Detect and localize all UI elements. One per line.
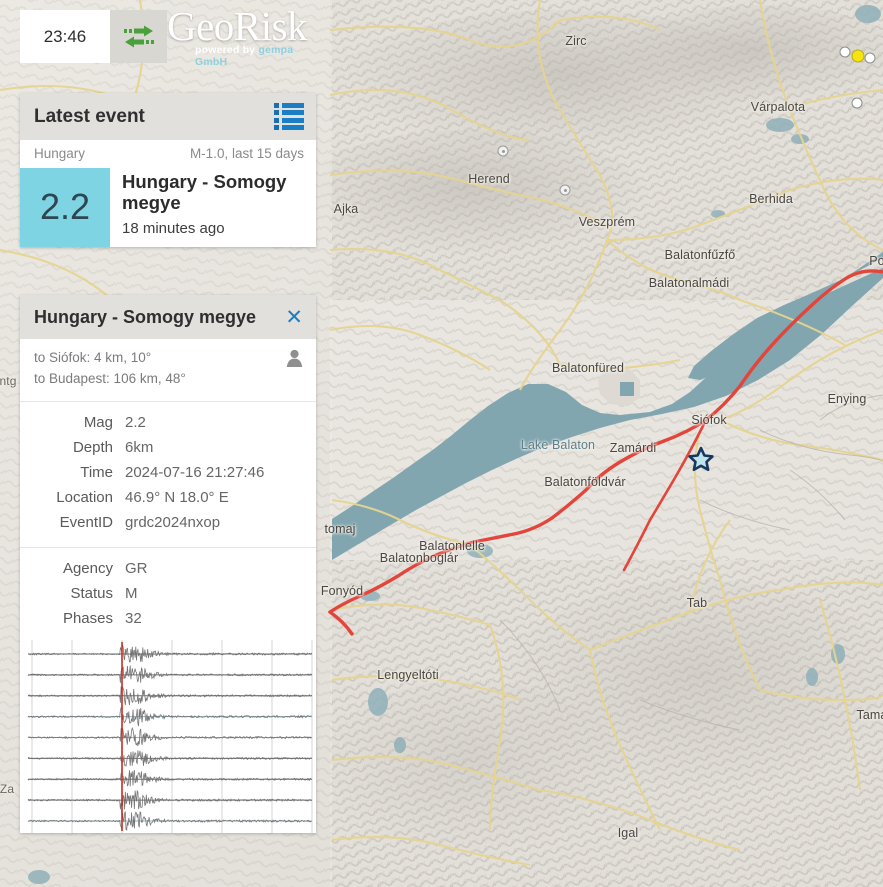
latest-event-header: Latest event	[20, 93, 316, 140]
map-label: Balatonföldvár	[544, 475, 625, 489]
list-icon-row	[274, 118, 304, 123]
detail-row: Time2024-07-16 21:27:46	[20, 460, 302, 485]
station-marker[interactable]	[865, 53, 876, 64]
secondary-attributes-table: AgencyGRStatusMPhases32	[20, 556, 302, 631]
map-label: Tab	[687, 596, 707, 610]
map-label: Balatonfűzfő	[665, 248, 736, 262]
map-label: Berhida	[749, 192, 793, 206]
map-label: Herend	[468, 172, 510, 186]
detail-row-value: 32	[125, 606, 302, 631]
detail-row: StatusM	[20, 581, 302, 606]
map-label: Siófok	[691, 413, 726, 427]
map-label: Várpalota	[751, 100, 805, 114]
latest-event-info: Hungary - Somogy megye 18 minutes ago	[110, 168, 316, 247]
detail-row: Depth6km	[20, 435, 302, 460]
station-marker[interactable]	[560, 185, 571, 196]
detail-panel-title: Hungary - Somogy megye	[34, 307, 256, 328]
map-label: Fonyód	[321, 584, 363, 598]
event-filter: M-1.0, last 15 days	[190, 146, 304, 161]
logo-title: GeoRisk	[167, 4, 327, 48]
list-icon-row	[274, 125, 304, 130]
detail-row: Location46.9° N 18.0° E	[20, 485, 302, 510]
map-label: Balatonboglár	[380, 551, 458, 565]
event-age: 18 minutes ago	[122, 220, 306, 237]
event-region-name[interactable]: Hungary - Somogy megye	[122, 172, 306, 214]
magnitude-badge: 2.2	[20, 168, 110, 247]
detail-row-key: Time	[20, 460, 125, 485]
detail-rows-primary: Mag2.2Depth6kmTime2024-07-16 21:27:46Loc…	[20, 402, 316, 548]
station-marker[interactable]	[852, 98, 863, 109]
latest-event-title: Latest event	[34, 106, 145, 128]
map-label: Enying	[828, 392, 867, 406]
seismogram-svg	[20, 640, 316, 833]
event-detail-panel: Hungary - Somogy megye ✕ to Siófok: 4 km…	[20, 295, 316, 833]
epicenter-star-marker[interactable]	[688, 447, 714, 478]
primary-attributes-table: Mag2.2Depth6kmTime2024-07-16 21:27:46Loc…	[20, 410, 302, 535]
detail-row: EventIDgrdc2024nxop	[20, 510, 302, 535]
detail-row-key: Mag	[20, 410, 125, 435]
detail-row: AgencyGR	[20, 556, 302, 581]
detail-row-key: Agency	[20, 556, 125, 581]
map-label: Veszprém	[579, 215, 635, 229]
detail-row-key: Status	[20, 581, 125, 606]
detail-rows-secondary: AgencyGRStatusMPhases32	[20, 548, 316, 640]
station-marker[interactable]	[852, 50, 865, 63]
list-icon[interactable]	[274, 103, 304, 131]
event-region: Hungary	[34, 146, 85, 161]
georisk-app: Zirc Várpalota Herend Ajka Veszprém Berhida Ba…	[0, 0, 883, 887]
detail-row: Mag2.2	[20, 410, 302, 435]
station-marker[interactable]	[498, 146, 509, 157]
star-marker-icon	[688, 447, 714, 473]
map-label: ntg	[0, 374, 16, 388]
detail-row-value: 6km	[125, 435, 302, 460]
detail-row-key: EventID	[20, 510, 125, 535]
powered-by-text: powered by	[195, 44, 258, 56]
map-label: Zamárdi	[610, 441, 657, 455]
map-label: Balatonfüred	[552, 361, 624, 375]
sync-arrows-icon	[122, 24, 156, 50]
map-label: Po	[869, 254, 883, 268]
detail-row: Phases32	[20, 606, 302, 631]
map-label: tomaj	[324, 522, 355, 536]
map-label: Ajka	[334, 202, 359, 216]
clock-display: 23:46	[20, 10, 110, 63]
top-toolbar: 23:46	[20, 10, 167, 63]
person-icon[interactable]	[286, 349, 303, 372]
latest-event-meta: Hungary M-1.0, last 15 days	[20, 140, 316, 168]
detail-row-value: 2.2	[125, 410, 302, 435]
detail-row-value: grdc2024nxop	[125, 510, 302, 535]
detail-row-value: 46.9° N 18.0° E	[125, 485, 302, 510]
map-label: Zirc	[565, 34, 586, 48]
map-label: Tama	[857, 708, 883, 722]
latest-event-body: 2.2 Hungary - Somogy megye 18 minutes ag…	[20, 168, 316, 247]
distance-to-budapest: to Budapest: 106 km, 48°	[34, 369, 302, 390]
sync-button[interactable]	[110, 10, 167, 63]
map-label: Za	[0, 782, 14, 796]
detail-row-key: Phases	[20, 606, 125, 631]
latest-event-card[interactable]: Latest event Hungary M-1.0, last 15 days…	[20, 93, 316, 247]
map-label: Balatonalmádi	[649, 276, 730, 290]
person-glyph-icon	[286, 349, 303, 367]
map-label: Lengyeltóti	[377, 668, 439, 682]
detail-row-key: Location	[20, 485, 125, 510]
close-icon[interactable]: ✕	[285, 307, 303, 328]
seismogram-traces[interactable]	[20, 640, 316, 833]
list-icon-row	[274, 103, 304, 108]
list-icon-row	[274, 110, 304, 115]
detail-panel-header: Hungary - Somogy megye ✕	[20, 295, 316, 339]
distance-to-siofok: to Siófok: 4 km, 10°	[34, 348, 302, 369]
detail-row-value: GR	[125, 556, 302, 581]
detail-row-value: M	[125, 581, 302, 606]
map-label: Lake Balaton	[521, 438, 595, 452]
detail-row-value: 2024-07-16 21:27:46	[125, 460, 302, 485]
map-label: Igal	[618, 826, 639, 840]
logo-powered-by: powered by gempa GmbH	[195, 44, 327, 68]
distance-block: to Siófok: 4 km, 10° to Budapest: 106 km…	[20, 339, 316, 402]
georisk-logo: GeoRisk powered by gempa GmbH	[167, 4, 327, 64]
station-marker[interactable]	[840, 47, 851, 58]
detail-row-key: Depth	[20, 435, 125, 460]
